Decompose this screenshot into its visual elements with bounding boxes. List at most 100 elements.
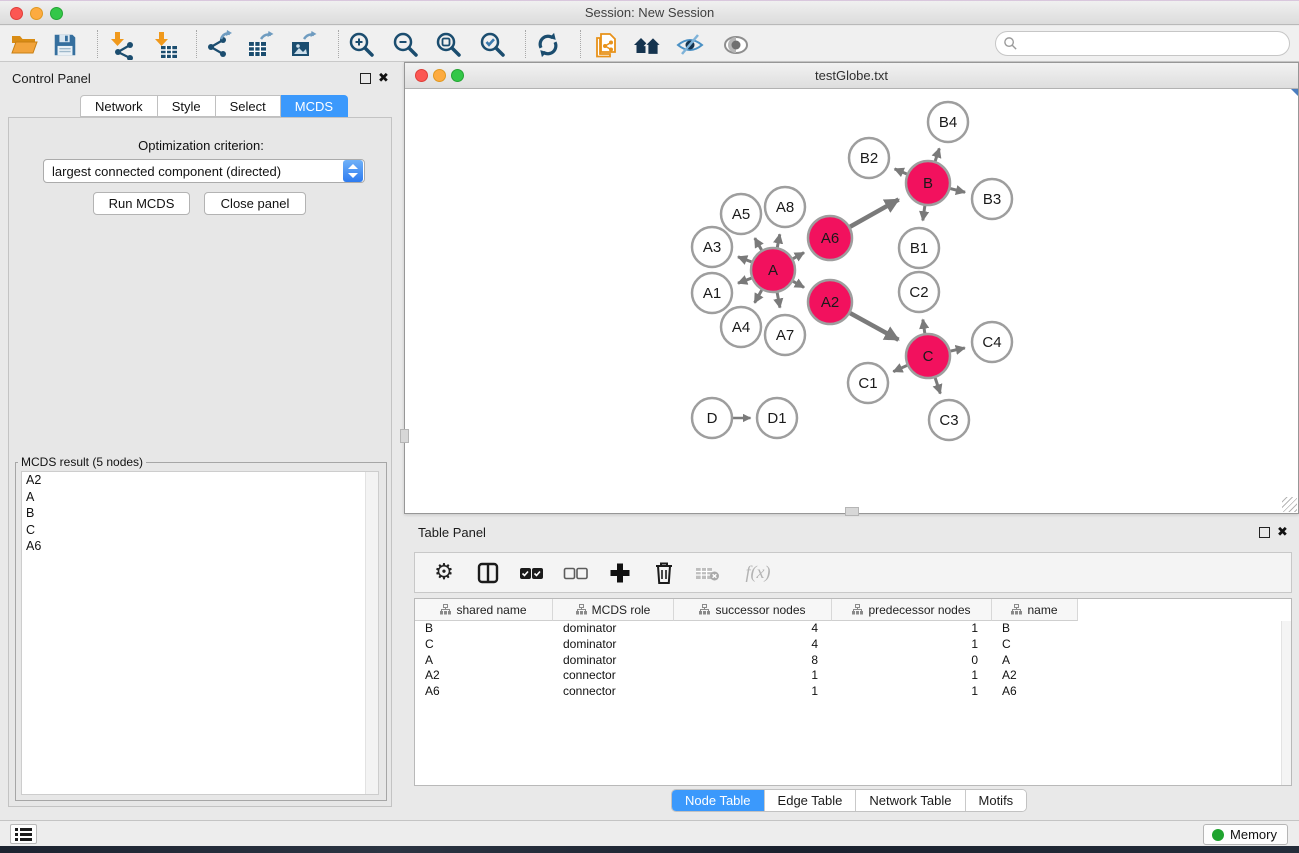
refresh-view-button[interactable] bbox=[530, 29, 566, 60]
toolbar-separator bbox=[525, 30, 526, 58]
run-mcds-button[interactable]: Run MCDS bbox=[93, 192, 190, 215]
memory-button[interactable]: Memory bbox=[1203, 824, 1288, 845]
deselect-all-button[interactable] bbox=[561, 558, 591, 588]
graph-edge-C-C3[interactable] bbox=[935, 378, 940, 394]
hide-selected-button[interactable] bbox=[672, 29, 708, 60]
save-session-button[interactable] bbox=[47, 29, 83, 60]
tab-network[interactable]: Network bbox=[80, 95, 158, 117]
import-table-button[interactable] bbox=[147, 29, 183, 60]
graph-edge-A2-C[interactable] bbox=[850, 313, 898, 340]
graph-node-label: A8 bbox=[776, 199, 794, 216]
graph-edge-C-C1[interactable] bbox=[893, 365, 907, 371]
search-field[interactable] bbox=[995, 31, 1290, 56]
mcds-result-item[interactable]: B bbox=[22, 505, 378, 522]
mcds-result-list[interactable]: A2ABCA6 bbox=[21, 471, 379, 795]
show-hidden-button[interactable] bbox=[718, 29, 754, 60]
graph-edge-C-C4[interactable] bbox=[950, 348, 964, 351]
delete-table-button[interactable] bbox=[693, 558, 723, 588]
table-cell: 1 bbox=[674, 668, 832, 684]
graph-edge-A-A5[interactable] bbox=[755, 238, 762, 250]
resize-grip[interactable] bbox=[1282, 497, 1297, 512]
table-cell: A2 bbox=[415, 668, 553, 684]
mcds-result-item[interactable]: A2 bbox=[22, 472, 378, 489]
export-table-button[interactable] bbox=[243, 29, 279, 60]
graph-edge-B-B2[interactable] bbox=[895, 169, 907, 174]
column-header-successor-nodes[interactable]: successor nodes bbox=[674, 599, 832, 621]
graph-edge-A-A1[interactable] bbox=[738, 278, 751, 283]
select-all-button[interactable] bbox=[517, 558, 547, 588]
graph-edge-B-B1[interactable] bbox=[923, 206, 925, 221]
splitter-handle-left[interactable] bbox=[400, 429, 409, 443]
delete-button[interactable] bbox=[649, 558, 679, 588]
table-row[interactable]: A2connector11A2 bbox=[415, 668, 1291, 684]
tab-select[interactable]: Select bbox=[216, 95, 281, 117]
graph-edge-A-A2[interactable] bbox=[793, 281, 804, 287]
graph-edge-A-A3[interactable] bbox=[738, 257, 751, 262]
tab-edge-table[interactable]: Edge Table bbox=[765, 790, 857, 811]
network-canvas[interactable]: AA1A2A3A4A5A6A7A8BB1B2B3B4CC1C2C3C4DD1 bbox=[405, 89, 1298, 513]
table-row[interactable]: Bdominator41B bbox=[415, 621, 1291, 637]
tab-mcds[interactable]: MCDS bbox=[281, 95, 348, 117]
open-file-button[interactable] bbox=[6, 29, 42, 60]
tab-motifs[interactable]: Motifs bbox=[966, 790, 1027, 811]
graph-edge-A-A7[interactable] bbox=[777, 293, 780, 308]
graph-edge-A-A8[interactable] bbox=[777, 234, 779, 247]
select-stepper-icon bbox=[343, 160, 363, 182]
toolbar-separator bbox=[338, 30, 339, 58]
close-panel-button[interactable]: Close panel bbox=[204, 192, 306, 215]
splitter-handle-bottom[interactable] bbox=[845, 507, 859, 516]
optimization-criterion-select[interactable]: largest connected component (directed) bbox=[43, 159, 365, 183]
tab-node-table[interactable]: Node Table bbox=[672, 790, 765, 811]
copy-network-button[interactable] bbox=[587, 29, 623, 60]
tab-style[interactable]: Style bbox=[158, 95, 216, 117]
optimization-criterion-label: Optimization criterion: bbox=[9, 138, 393, 153]
close-table-panel-icon[interactable]: ✖ bbox=[1277, 527, 1288, 538]
graph-edge-A-A4[interactable] bbox=[755, 290, 762, 303]
scrollbar-track[interactable] bbox=[365, 472, 378, 794]
graph-edge-B-B3[interactable] bbox=[950, 189, 965, 193]
close-panel-icon[interactable]: ✖ bbox=[378, 73, 389, 84]
column-header-name[interactable]: name bbox=[992, 599, 1078, 621]
table-settings-button[interactable]: ⚙ bbox=[429, 558, 459, 588]
table-row[interactable]: Adominator80A bbox=[415, 653, 1291, 669]
toolbar-separator bbox=[580, 30, 581, 58]
graph-edge-B-B4[interactable] bbox=[935, 148, 939, 161]
copy-document-icon bbox=[590, 30, 620, 60]
column-header-predecessor-nodes[interactable]: predecessor nodes bbox=[832, 599, 992, 621]
graph-node-label: D bbox=[707, 410, 718, 427]
floppy-save-icon bbox=[51, 31, 79, 59]
table-row[interactable]: A6connector11A6 bbox=[415, 684, 1291, 700]
control-panel-title: Control Panel bbox=[12, 71, 91, 86]
table-toolbar: ⚙ bbox=[414, 552, 1292, 593]
houses-icon bbox=[632, 30, 662, 60]
function-builder-button[interactable]: f(x) bbox=[737, 558, 779, 588]
float-table-panel-icon[interactable] bbox=[1259, 527, 1270, 538]
import-network-button[interactable] bbox=[103, 29, 139, 60]
zoom-out-button[interactable] bbox=[387, 29, 423, 60]
hierarchy-icon bbox=[1011, 604, 1022, 615]
zoom-in-button[interactable] bbox=[343, 29, 379, 60]
search-input[interactable] bbox=[1018, 34, 1289, 54]
graph-edge-A-A6[interactable] bbox=[793, 253, 804, 259]
export-image-button[interactable] bbox=[286, 29, 322, 60]
table-row[interactable]: Cdominator41C bbox=[415, 637, 1291, 653]
tab-network-table[interactable]: Network Table bbox=[856, 790, 965, 811]
graph-edge-A6-B[interactable] bbox=[850, 199, 899, 226]
column-header-MCDS-role[interactable]: MCDS role bbox=[553, 599, 674, 621]
zoom-selected-button[interactable] bbox=[474, 29, 510, 60]
table-cell: 1 bbox=[674, 684, 832, 700]
network-overview-button[interactable] bbox=[629, 29, 665, 60]
float-panel-icon[interactable] bbox=[360, 73, 371, 84]
export-network-button[interactable] bbox=[201, 29, 237, 60]
mcds-result-item[interactable]: C bbox=[22, 522, 378, 539]
table-scrollbar-track[interactable] bbox=[1281, 621, 1291, 785]
mcds-result-item[interactable]: A6 bbox=[22, 538, 378, 555]
show-panels-button[interactable] bbox=[10, 824, 37, 844]
column-header-shared-name[interactable]: shared name bbox=[415, 599, 553, 621]
column-layout-button[interactable] bbox=[473, 558, 503, 588]
add-column-button[interactable] bbox=[605, 558, 635, 588]
graph-edge-C-C2[interactable] bbox=[923, 320, 925, 334]
mcds-result-item[interactable]: A bbox=[22, 489, 378, 506]
delete-table-icon bbox=[695, 564, 721, 582]
zoom-fit-button[interactable] bbox=[430, 29, 466, 60]
